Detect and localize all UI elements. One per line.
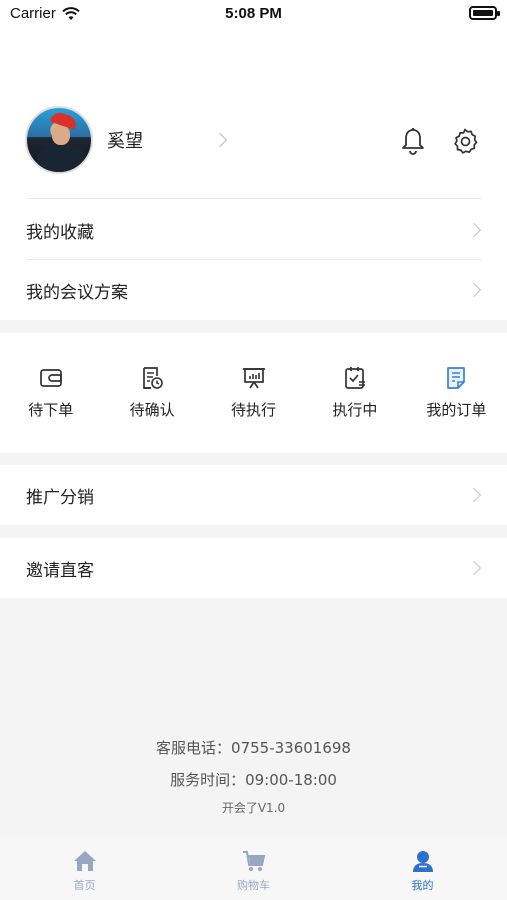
tab-label: 首页 — [73, 879, 96, 892]
order-tab-label: 待确认 — [129, 401, 175, 419]
divider — [26, 198, 481, 199]
menu-item-favorites[interactable]: 我的收藏 — [0, 200, 507, 260]
tab-cart[interactable]: 购物车 — [169, 838, 338, 900]
menu-item-label: 邀请直客 — [26, 560, 94, 581]
order-tab-to-execute[interactable]: 待执行 — [203, 333, 304, 453]
chevron-right-icon — [466, 487, 482, 503]
order-status-bar: 待下单 待确认 待执行 执行中 我的订单 — [0, 333, 507, 453]
person-icon — [412, 851, 433, 872]
order-tab-label: 待下单 — [28, 401, 74, 419]
app-version: 开会了V1.0 — [221, 801, 286, 815]
order-tab-confirming[interactable]: 待确认 — [101, 333, 202, 453]
chevron-right-icon — [466, 560, 482, 576]
cart-icon — [242, 851, 265, 871]
tab-home[interactable]: 首页 — [0, 838, 169, 900]
tab-profile[interactable]: 我的 — [338, 838, 507, 900]
menu-item-invite[interactable]: 邀请直客 — [0, 538, 507, 598]
user-name: 奚望 — [107, 131, 143, 152]
service-info: 客服电话：0755-33601698 服务时间：09:00-18:00 开会了V… — [0, 735, 507, 816]
chevron-right-icon — [466, 222, 482, 238]
avatar[interactable] — [25, 106, 93, 174]
order-tab-label: 执行中 — [332, 401, 378, 419]
status-bar: Carrier 5:08 PM — [0, 0, 507, 30]
order-list-icon — [447, 367, 466, 389]
menu-item-promotion[interactable]: 推广分销 — [0, 465, 507, 525]
clock: 5:08 PM — [225, 5, 282, 22]
tab-label: 我的 — [411, 879, 434, 892]
home-icon — [73, 851, 96, 871]
gear-icon[interactable] — [451, 127, 479, 155]
service-hours: 服务时间：09:00-18:00 — [170, 771, 337, 789]
order-tab-in-progress[interactable]: 执行中 — [304, 333, 405, 453]
clipboard-check-icon — [345, 367, 365, 389]
document-clock-icon — [143, 367, 163, 389]
menu-item-label: 推广分销 — [26, 487, 94, 508]
tab-label: 购物车 — [237, 879, 270, 892]
order-tab-pending[interactable]: 待下单 — [0, 333, 101, 453]
menu-item-meeting-plans[interactable]: 我的会议方案 — [0, 260, 507, 320]
order-tab-label: 待执行 — [231, 401, 277, 419]
chevron-right-icon — [212, 132, 228, 148]
battery-icon — [469, 6, 500, 20]
tab-bar: 首页 购物车 我的 — [0, 838, 507, 900]
menu-item-label: 我的会议方案 — [26, 282, 128, 303]
chevron-right-icon — [466, 282, 482, 298]
bell-icon[interactable] — [400, 127, 426, 155]
menu-item-label: 我的收藏 — [26, 222, 94, 243]
service-phone: 客服电话：0755-33601698 — [156, 739, 351, 757]
order-tab-label: 我的订单 — [426, 401, 487, 419]
presentation-board-icon — [242, 368, 265, 389]
wallet-icon — [39, 369, 62, 387]
profile-header[interactable]: 奚望 — [25, 106, 228, 174]
order-tab-my-orders[interactable]: 我的订单 — [406, 333, 507, 453]
